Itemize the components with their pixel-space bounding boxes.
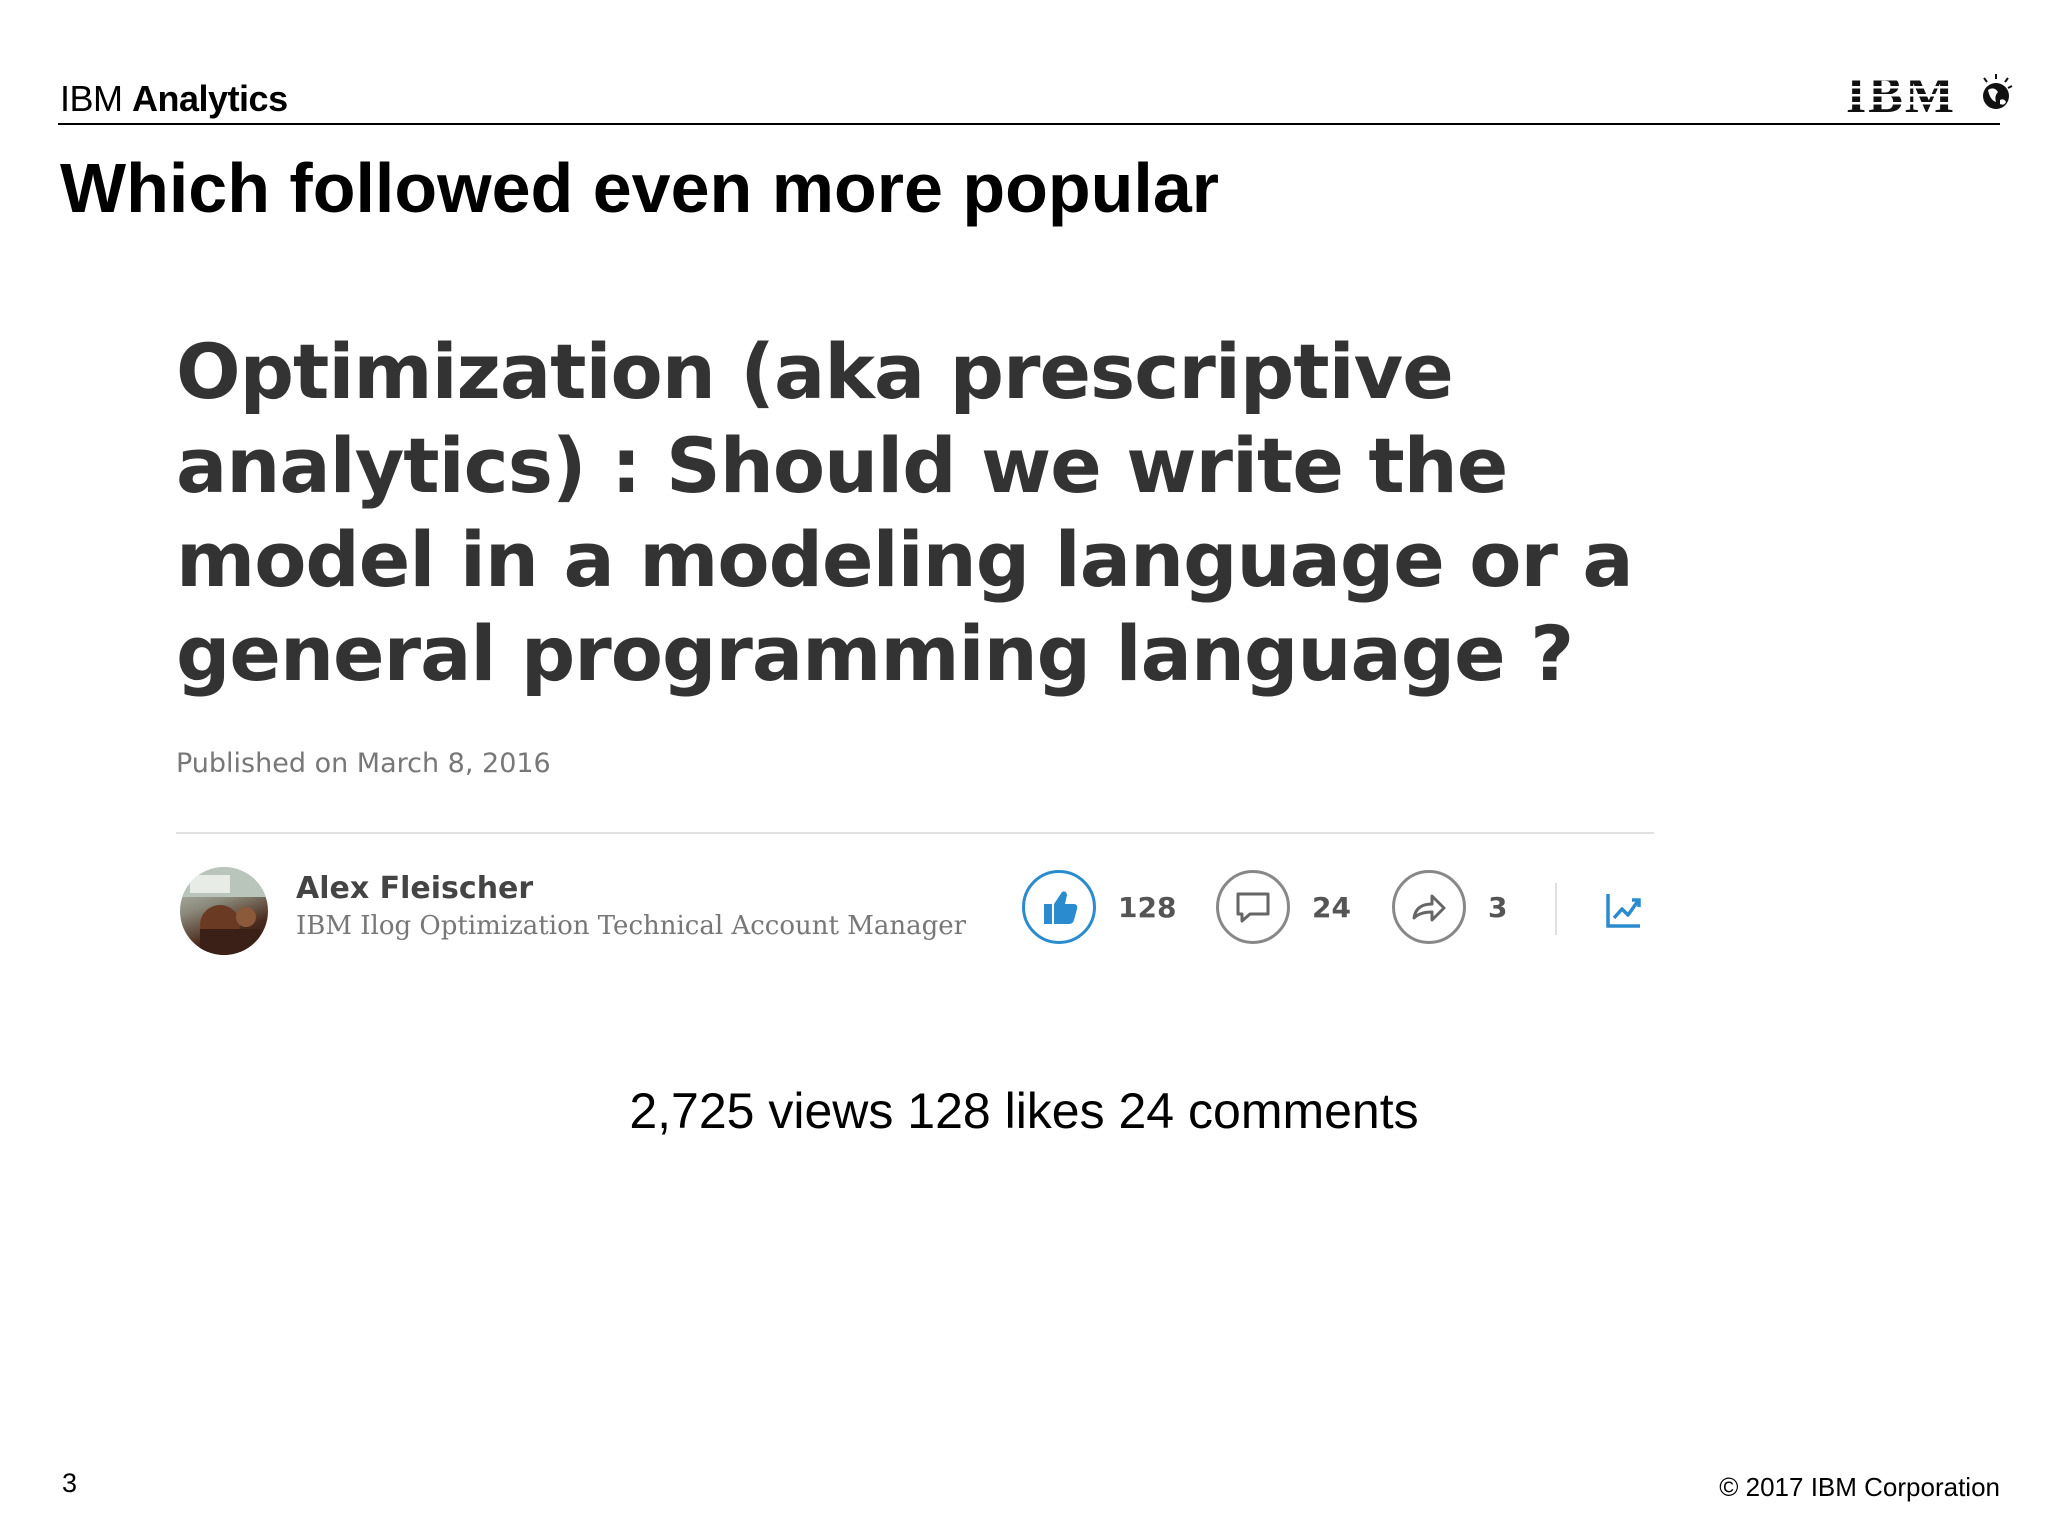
author-name[interactable]: Alex Fleischer (296, 871, 533, 906)
share-count: 3 (1488, 890, 1508, 924)
like-count: 128 (1118, 890, 1177, 924)
comment-count: 24 (1312, 890, 1351, 924)
copyright-notice: © 2017 IBM Corporation (1719, 1472, 2000, 1502)
published-date: Published on March 8, 2016 (176, 748, 551, 779)
article-stats-summary: 2,725 views 128 likes 24 comments (629, 1083, 1419, 1139)
comment-icon (1236, 892, 1270, 923)
comment-button[interactable] (1216, 870, 1290, 944)
share-icon (1412, 894, 1446, 922)
ibm-logo-icon: IBM (1846, 70, 2013, 120)
header-divider (58, 123, 2000, 125)
page-number: 3 (62, 1468, 78, 1498)
comment-action[interactable]: 24 (1216, 867, 1351, 947)
brand-ibm-text: IBM (60, 78, 123, 119)
analytics-icon[interactable] (1604, 890, 1644, 930)
linkedin-article-screenshot: Optimization (aka prescriptive analytics… (176, 325, 1656, 975)
brand-analytics-text: Analytics (132, 78, 288, 119)
like-action[interactable]: 128 (1022, 867, 1176, 947)
thumbs-up-icon (1044, 891, 1078, 924)
ibm-analytics-brand: IBM Analytics (60, 78, 288, 120)
author-role: IBM Ilog Optimization Technical Account … (296, 911, 967, 941)
article-divider (176, 832, 1654, 834)
author-avatar[interactable] (180, 867, 268, 955)
slide-title: Which followed even more popular (60, 149, 1219, 227)
like-button[interactable] (1022, 870, 1096, 944)
article-title: Optimization (aka prescriptive analytics… (176, 327, 1634, 698)
actions-divider (1555, 883, 1557, 935)
share-button[interactable] (1392, 870, 1466, 944)
share-action[interactable]: 3 (1392, 867, 1507, 947)
